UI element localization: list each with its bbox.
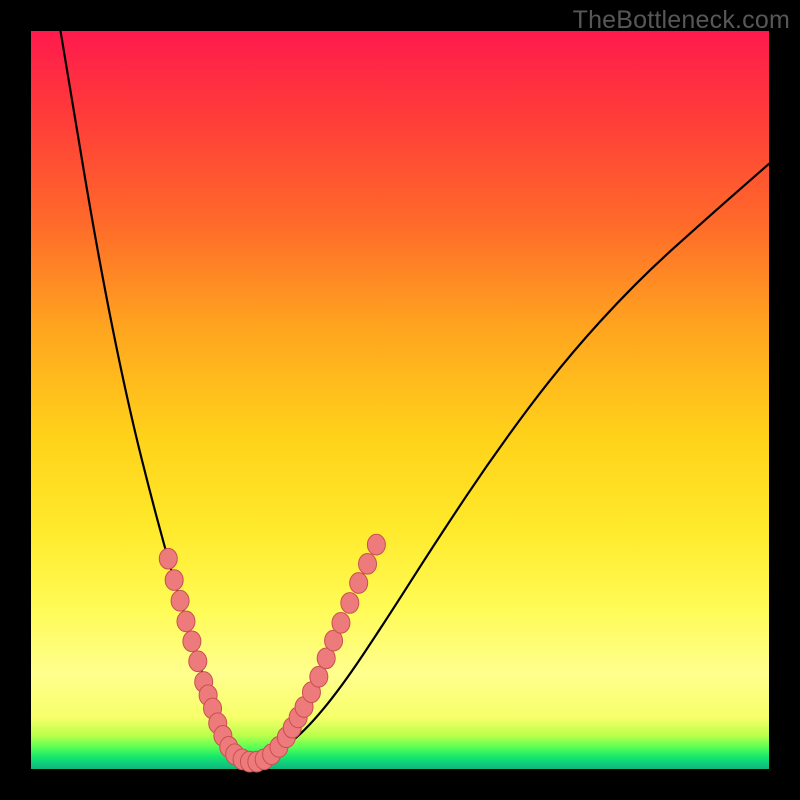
data-marker [367,534,385,555]
data-marker [177,611,195,632]
data-marker [359,553,377,574]
data-marker [189,651,207,672]
data-marker [159,548,177,569]
data-marker [332,613,350,634]
marker-layer [159,534,385,772]
data-marker [171,590,189,611]
data-marker [183,631,201,652]
data-marker [350,573,368,594]
plot-area [31,31,769,769]
bottleneck-curve [61,31,769,760]
watermark-text: TheBottleneck.com [573,6,790,35]
chart-frame: TheBottleneck.com [0,0,800,800]
data-marker [165,570,183,591]
data-marker [310,666,328,687]
chart-svg [31,31,769,769]
data-marker [341,593,359,614]
